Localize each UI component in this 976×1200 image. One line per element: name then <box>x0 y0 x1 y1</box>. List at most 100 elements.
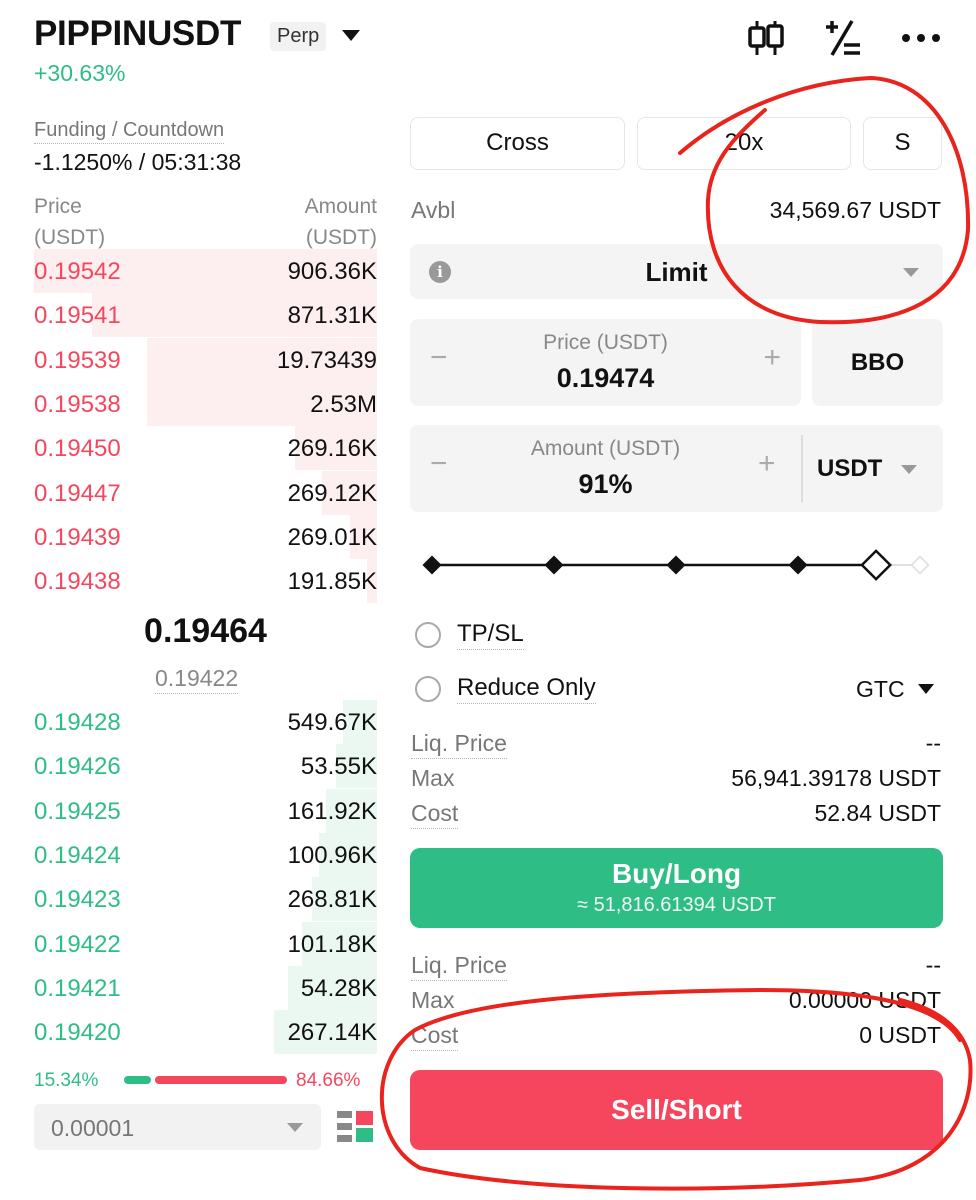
margin-mode-button[interactable]: Cross <box>410 117 625 170</box>
available-value: 34,569.67 USDT <box>769 197 941 223</box>
ask-amount: 871.31K <box>287 302 377 330</box>
sell-short-button[interactable]: Sell/Short <box>410 1070 943 1150</box>
sell-liq-price-label[interactable]: Liq. Price <box>411 952 507 981</box>
ask-price: 0.19541 <box>34 302 121 330</box>
orderbook-layout-icon[interactable] <box>337 1108 373 1146</box>
sell-cost-value: 0 USDT <box>859 1022 941 1048</box>
ask-amount: 906.36K <box>287 258 377 285</box>
amount-increase-button[interactable]: + <box>758 447 776 481</box>
amount-slider[interactable] <box>410 545 943 585</box>
funding-label[interactable]: Funding / Countdown <box>34 119 225 144</box>
bid-row[interactable]: 0.19422 101.18K <box>34 921 377 966</box>
buy-ratio-bar <box>124 1076 151 1084</box>
bid-price: 0.19426 <box>34 753 121 781</box>
slider-step-0[interactable] <box>422 555 442 575</box>
leverage-button[interactable]: 20x <box>637 117 851 170</box>
buy-long-estimate: ≈ 51,816.61394 USDT <box>577 894 776 916</box>
mark-price[interactable]: 0.19422 <box>155 665 239 694</box>
slider-step-25[interactable] <box>544 555 564 575</box>
bid-price: 0.19425 <box>34 797 121 825</box>
symbol-dropdown-icon[interactable] <box>342 30 360 41</box>
buy-long-label: Buy/Long <box>611 858 742 889</box>
slider-thumb[interactable] <box>860 549 892 581</box>
bid-price: 0.19422 <box>34 930 121 958</box>
buy-cost-value: 52.84 USDT <box>814 800 941 826</box>
price-input-label: Price (USDT) <box>543 331 668 354</box>
order-type-select[interactable]: i Limit <box>410 244 943 299</box>
amount-input-label: Amount (USDT) <box>530 437 681 460</box>
more-icon[interactable] <box>900 18 942 58</box>
bid-row[interactable]: 0.19420 267.14K <box>34 1010 377 1055</box>
ask-row[interactable]: 0.19538 2.53M <box>34 381 377 426</box>
ask-row[interactable]: 0.19447 269.12K <box>34 470 377 515</box>
ask-price: 0.19542 <box>34 258 121 285</box>
slider-step-50[interactable] <box>666 555 686 575</box>
ask-amount: 269.16K <box>287 435 377 463</box>
slider-step-100[interactable] <box>910 555 930 575</box>
ask-price: 0.19538 <box>34 390 121 418</box>
price-column-header: Price (USDT) <box>34 195 106 249</box>
slider-step-75[interactable] <box>788 555 808 575</box>
sell-cost-label[interactable]: Cost <box>411 1022 459 1051</box>
buy-ratio: 15.34% <box>34 1070 99 1091</box>
bid-row[interactable]: 0.19423 268.81K <box>34 877 377 922</box>
ask-amount: 191.85K <box>287 568 377 596</box>
buy-liq-price-label[interactable]: Liq. Price <box>411 730 507 759</box>
candlestick-icon[interactable] <box>746 18 786 58</box>
bid-row[interactable]: 0.19424 100.96K <box>34 832 377 877</box>
price-input[interactable]: − Price (USDT) 0.19474 + <box>410 319 801 406</box>
buy-liq-price-value: -- <box>925 730 941 756</box>
chevron-down-icon <box>903 268 919 277</box>
ask-row[interactable]: 0.19438 191.85K <box>34 559 377 604</box>
bid-row[interactable]: 0.19426 53.55K <box>34 744 377 789</box>
symbol-title[interactable]: PIPPINUSDT <box>34 14 241 54</box>
last-price: 0.19464 <box>144 612 267 650</box>
bid-amount: 549.67K <box>287 709 377 736</box>
ask-price: 0.19539 <box>34 346 121 374</box>
bid-amount: 54.28K <box>300 974 377 1002</box>
bid-row[interactable]: 0.19428 549.67K <box>34 700 377 744</box>
bid-row[interactable]: 0.19425 161.92K <box>34 788 377 833</box>
time-in-force-select[interactable]: GTC <box>856 676 905 703</box>
amount-input[interactable]: − Amount (USDT) 91% + USDT <box>410 425 943 512</box>
ask-row[interactable]: 0.19539 19.73439 <box>34 337 377 382</box>
price-change: +30.63% <box>34 60 126 86</box>
sell-short-label: Sell/Short <box>611 1094 742 1125</box>
bid-amount: 53.55K <box>300 753 377 781</box>
amount-unit-select[interactable]: USDT <box>817 455 882 483</box>
bid-price: 0.19424 <box>34 841 121 869</box>
price-input-value[interactable]: 0.19474 <box>410 363 801 394</box>
precision-value: 0.00001 <box>51 1115 135 1141</box>
ask-row[interactable]: 0.19542 906.36K <box>34 249 377 293</box>
sell-liq-price-value: -- <box>925 952 941 978</box>
chevron-down-icon <box>901 465 917 474</box>
price-increase-button[interactable]: + <box>763 341 781 375</box>
bid-row[interactable]: 0.19421 54.28K <box>34 965 377 1010</box>
bid-amount: 161.92K <box>287 797 377 825</box>
chevron-down-icon[interactable] <box>918 684 934 694</box>
reduce-only-checkbox[interactable] <box>415 676 441 702</box>
ask-row[interactable]: 0.19439 269.01K <box>34 514 377 559</box>
bid-price: 0.19420 <box>34 1019 121 1047</box>
tpsl-label[interactable]: TP/SL <box>457 620 524 650</box>
position-mode-button[interactable]: S <box>863 117 942 170</box>
bbo-button[interactable]: BBO <box>812 319 943 406</box>
sell-max-value: 0.00000 USDT <box>788 987 941 1013</box>
ask-row[interactable]: 0.19450 269.16K <box>34 426 377 471</box>
tpsl-checkbox[interactable] <box>415 622 441 648</box>
buy-max-value: 56,941.39178 USDT <box>731 765 941 791</box>
ask-row[interactable]: 0.19541 871.31K <box>34 293 377 338</box>
buy-cost-label[interactable]: Cost <box>411 800 459 829</box>
reduce-only-label[interactable]: Reduce Only <box>457 674 596 704</box>
plus-minus-icon[interactable] <box>822 18 862 58</box>
ask-price: 0.19450 <box>34 435 121 463</box>
amount-input-value[interactable]: 91% <box>410 469 801 500</box>
bid-amount: 101.18K <box>287 930 377 958</box>
amount-column-header: Amount (USDT) <box>304 195 377 249</box>
bid-price: 0.19421 <box>34 974 121 1002</box>
contract-type-badge: Perp <box>270 22 327 51</box>
divider <box>801 435 803 502</box>
buy-long-button[interactable]: Buy/Long ≈ 51,816.61394 USDT <box>410 848 943 928</box>
precision-select[interactable]: 0.00001 <box>34 1104 321 1150</box>
ask-amount: 269.12K <box>287 479 377 507</box>
